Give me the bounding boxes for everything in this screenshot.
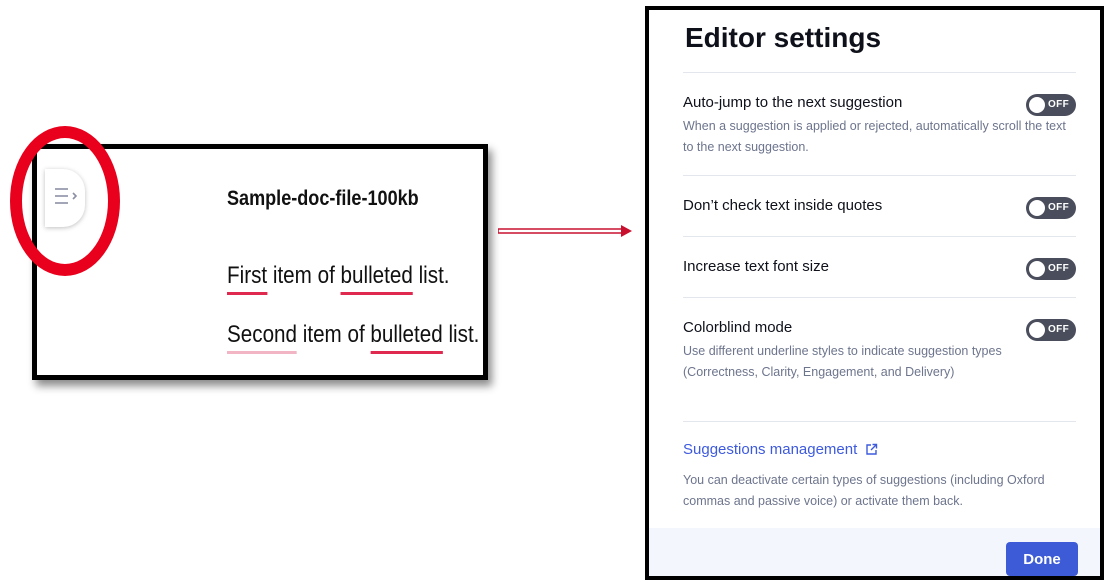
toggle-state: OFF (1048, 324, 1070, 335)
document-title: Sample-doc-file-100kb (227, 187, 419, 210)
setting-skip-quotes: Don’t check text inside quotes OFF (683, 197, 1076, 219)
setting-label: Don’t check text inside quotes (683, 197, 883, 214)
divider (683, 297, 1076, 298)
editor-settings-panel: Editor settings Auto-jump to the next su… (645, 6, 1104, 580)
panel-footer: Done (649, 528, 1100, 576)
setting-label: Increase text font size (683, 258, 829, 275)
setting-description: When a suggestion is applied or rejected… (683, 119, 1066, 154)
colorblind-toggle[interactable]: OFF (1026, 319, 1076, 341)
suggestion-underline[interactable]: bulleted (340, 262, 413, 295)
setting-label: Colorblind mode (683, 319, 793, 336)
toggle-knob (1029, 261, 1045, 277)
suggestions-management-link[interactable]: Suggestions management (683, 441, 878, 458)
suggestion-underline[interactable]: bulleted (370, 321, 443, 354)
suggestions-management-description: You can deactivate certain types of sugg… (683, 473, 1045, 508)
arrow-right-icon (498, 225, 632, 237)
setting-label: Auto-jump to the next suggestion (683, 94, 903, 111)
setting-auto-jump: Auto-jump to the next suggestion When a … (683, 94, 1076, 158)
toggle-state: OFF (1048, 263, 1070, 274)
external-link-icon (866, 443, 878, 455)
toggle-knob (1029, 97, 1045, 113)
font-size-toggle[interactable]: OFF (1026, 258, 1076, 280)
divider (683, 72, 1076, 73)
list-item: Second item of bulleted list. (227, 321, 480, 354)
done-button[interactable]: Done (1006, 542, 1078, 576)
highlight-circle (10, 126, 120, 276)
divider (683, 236, 1076, 237)
setting-colorblind: Colorblind mode Use different underline … (683, 319, 1076, 383)
skip-quotes-toggle[interactable]: OFF (1026, 197, 1076, 219)
toggle-state: OFF (1048, 202, 1070, 213)
panel-title: Editor settings (685, 22, 882, 53)
link-label: Suggestions management (683, 441, 858, 458)
toggle-state: OFF (1048, 99, 1070, 110)
toggle-knob (1029, 200, 1045, 216)
auto-jump-toggle[interactable]: OFF (1026, 94, 1076, 116)
suggestion-underline[interactable]: First (227, 262, 268, 295)
divider (683, 175, 1076, 176)
setting-font-size: Increase text font size OFF (683, 258, 1076, 280)
list-item: First item of bulleted list. (227, 262, 450, 295)
list-item-text: list. (412, 262, 450, 289)
suggestion-underline[interactable]: Second (227, 321, 298, 354)
setting-description: Use different underline styles to indica… (683, 344, 1002, 379)
list-item-text: item of (267, 262, 341, 289)
list-item-text: item of (297, 321, 371, 348)
list-item-text: list. (442, 321, 480, 348)
divider (683, 421, 1076, 422)
toggle-knob (1029, 322, 1045, 338)
